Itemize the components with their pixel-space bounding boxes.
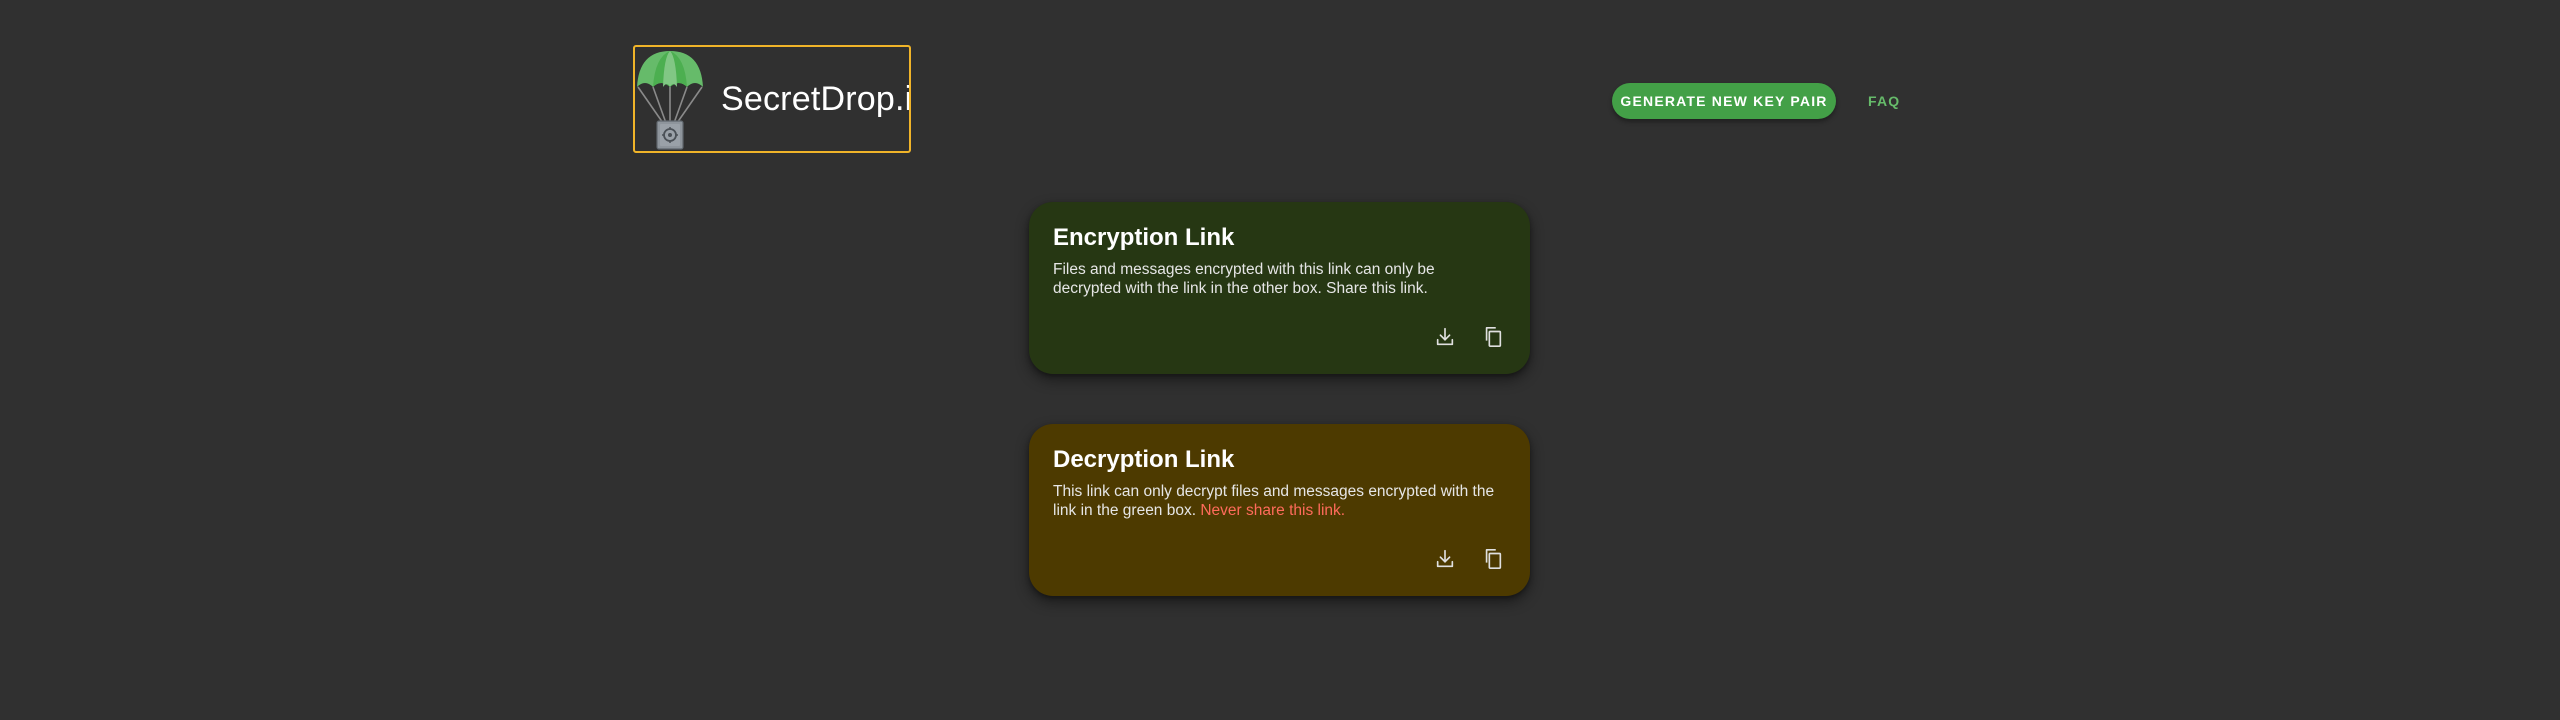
decryption-link-card: Decryption Link This link can only decry… <box>1029 424 1530 596</box>
card-title: Encryption Link <box>1053 224 1235 251</box>
copy-decryption-link-button[interactable] <box>1480 546 1506 572</box>
card-actions <box>1432 546 1506 572</box>
download-icon <box>1436 327 1454 346</box>
faq-link[interactable]: FAQ <box>1868 83 1900 119</box>
card-description: Files and messages encrypted with this l… <box>1053 261 1435 297</box>
home-logo-link[interactable]: SecretDrop.io <box>633 45 911 153</box>
download-decryption-link-button[interactable] <box>1432 546 1458 572</box>
card-actions <box>1432 324 1506 350</box>
card-title: Decryption Link <box>1053 446 1235 473</box>
generate-key-pair-button[interactable]: GENERATE NEW KEY PAIR <box>1612 83 1836 119</box>
encryption-link-card: Encryption Link Files and messages encry… <box>1029 202 1530 374</box>
parachute-safe-icon <box>637 51 703 150</box>
warning-text: Never share this link. <box>1200 502 1346 519</box>
download-icon <box>1436 549 1454 568</box>
card-description: This link can only decrypt files and mes… <box>1053 482 1506 520</box>
brand-name: SecretDrop.io <box>721 79 911 118</box>
copy-encryption-link-button[interactable] <box>1480 324 1506 350</box>
copy-icon <box>1485 327 1502 347</box>
page: SecretDrop.io GENERATE NEW KEY PAIR FAQ … <box>0 0 2560 720</box>
download-encryption-link-button[interactable] <box>1432 324 1458 350</box>
copy-icon <box>1485 549 1502 569</box>
